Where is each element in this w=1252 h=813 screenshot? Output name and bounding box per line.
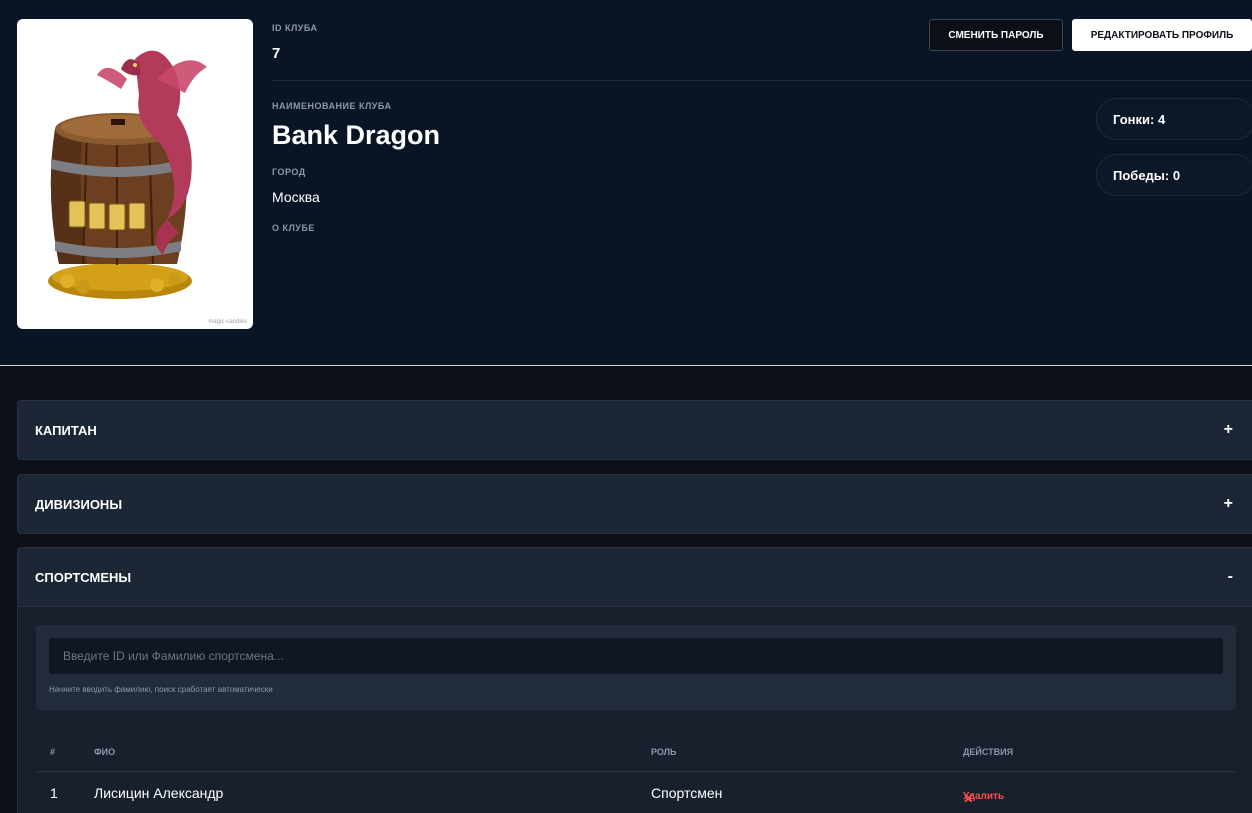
plus-icon[interactable]: + xyxy=(1224,495,1233,513)
athletes-section-header[interactable]: Спортсмены - xyxy=(17,547,1252,607)
wins-count-badge: Победы: 0 xyxy=(1096,154,1252,196)
club-profile-header: magic-candles ID клуба 7 Наименование кл… xyxy=(0,0,1252,366)
athlete-search-panel: Начните вводить фамилию, поиск сработает… xyxy=(36,625,1236,710)
divisions-section-header[interactable]: Дивизионы + xyxy=(17,474,1252,534)
club-name-label: Наименование клуба xyxy=(272,101,392,111)
athlete-name: Лисицин Александр xyxy=(94,785,224,801)
club-city: Москва xyxy=(272,189,320,205)
athletes-section-body: Начните вводить фамилию, поиск сработает… xyxy=(17,607,1252,813)
column-header-actions: Действия xyxy=(963,747,1014,757)
change-password-button[interactable]: Сменить пароль xyxy=(929,19,1063,51)
column-header-number: # xyxy=(50,747,56,757)
search-hint: Начните вводить фамилию, поиск сработает… xyxy=(49,685,273,694)
header-divider xyxy=(272,80,1252,81)
club-id-label: ID клуба xyxy=(272,23,318,33)
races-count-badge: Гонки: 4 xyxy=(1096,98,1252,140)
column-header-name: ФИО xyxy=(94,747,116,757)
plus-icon[interactable]: + xyxy=(1224,421,1233,439)
athlete-search-input[interactable] xyxy=(49,638,1223,674)
captain-section-header[interactable]: Капитан + xyxy=(17,400,1252,460)
row-number: 1 xyxy=(50,785,58,801)
club-avatar-image: magic-candles xyxy=(17,19,253,329)
athlete-role: Спортсмен xyxy=(651,785,723,801)
photo-credit: magic-candles xyxy=(208,319,247,325)
athletes-section-title: Спортсмены xyxy=(35,569,132,585)
dragon-barrel-illustration xyxy=(48,50,207,299)
delete-label: Удалить xyxy=(963,791,1005,802)
table-row: 1 Лисицин Александр Спортсмен ✕ Удалить xyxy=(36,785,1236,813)
edit-profile-button[interactable]: Редактировать профиль xyxy=(1072,19,1252,51)
club-name: Bank Dragon xyxy=(272,120,441,150)
athletes-table-header: # ФИО Роль Действия xyxy=(36,747,1236,772)
minus-icon[interactable]: - xyxy=(1228,568,1233,586)
club-about-label: О клубе xyxy=(272,223,315,233)
column-header-role: Роль xyxy=(651,747,677,757)
captain-section-title: Капитан xyxy=(35,422,97,438)
club-id-value: 7 xyxy=(272,45,281,62)
divisions-section-title: Дивизионы xyxy=(35,496,123,512)
club-city-label: Город xyxy=(272,167,306,177)
